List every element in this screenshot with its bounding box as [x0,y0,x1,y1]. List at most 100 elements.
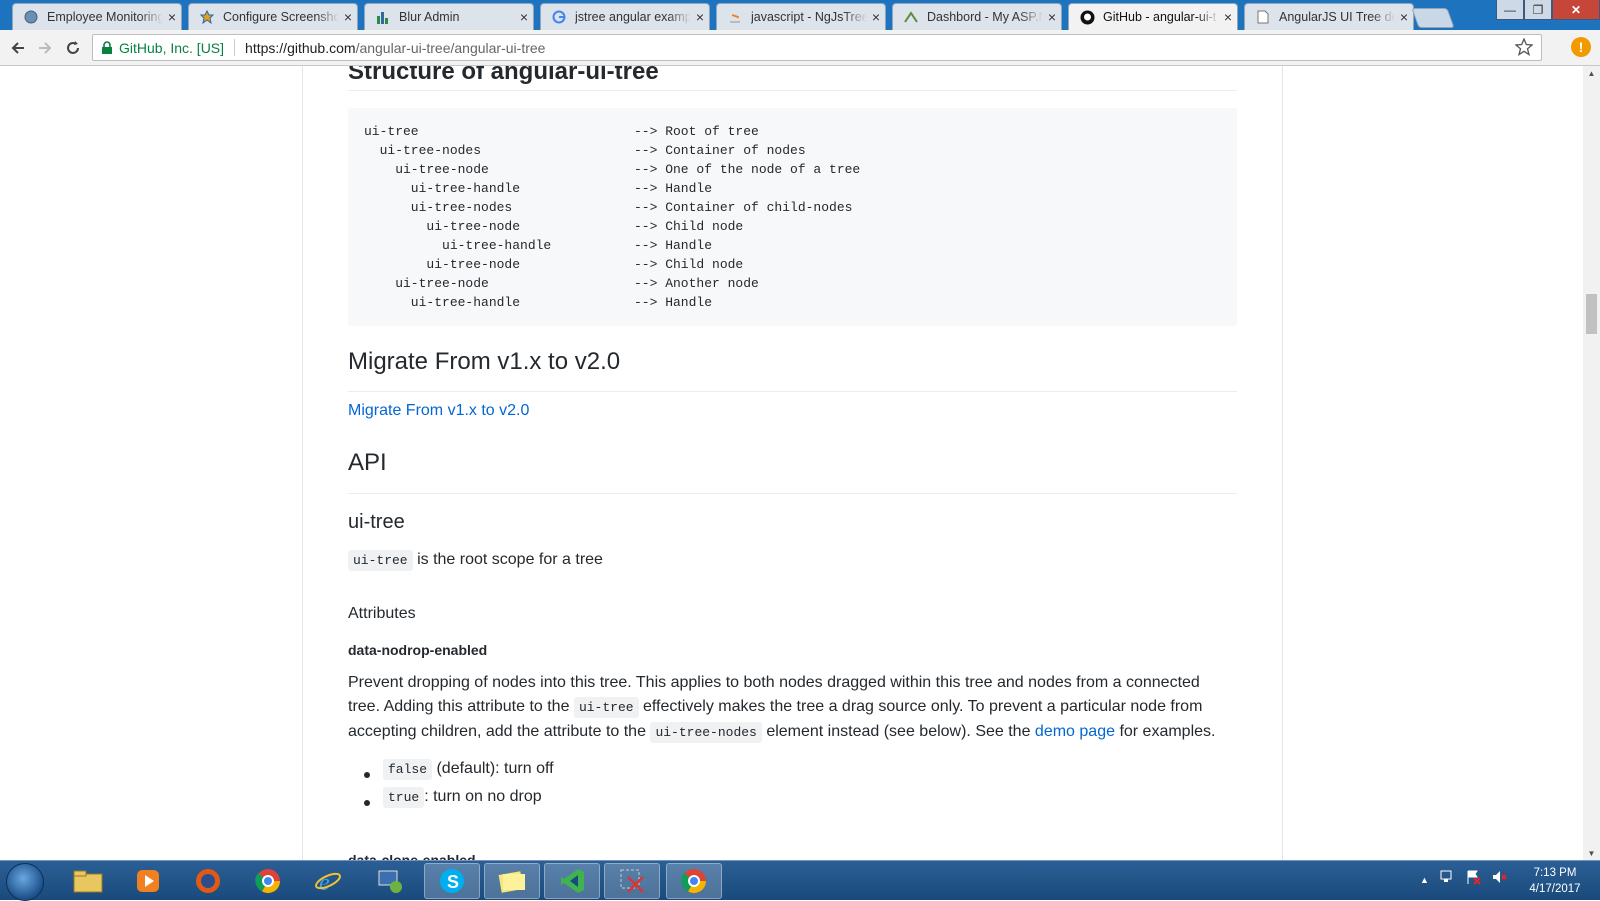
sticky-notes-icon[interactable] [484,863,540,899]
close-icon[interactable]: × [867,9,885,25]
code-line: ui-tree-nodes [364,143,482,158]
tab-angularjs-ui-tree[interactable]: AngularJS UI Tree de × [1244,3,1414,30]
chrome-icon[interactable] [666,863,722,899]
github-icon [1079,9,1095,25]
visual-studio-icon[interactable] [544,863,600,899]
code-comment: --> One of the node of a tree [634,162,861,177]
clock-time: 7:13 PM [1533,867,1577,879]
system-clock[interactable]: 7:13 PM 4/17/2017 [1520,865,1590,897]
reload-icon [67,41,79,54]
close-window-button[interactable]: ✕ [1552,0,1600,20]
section-heading-structure: Structure of angular-ui-tree [348,66,659,85]
start-button[interactable] [6,863,44,901]
list-item-text: : turn on no drop [424,788,542,805]
scroll-down-arrow-icon[interactable]: ▼ [1583,846,1600,860]
globe-icon [23,9,39,25]
code-comment: --> Container of child-nodes [634,200,853,215]
close-icon[interactable]: × [1395,9,1413,25]
tab-dashbord[interactable]: Dashbord - My ASP.N × [892,3,1062,30]
stackoverflow-icon [727,9,743,25]
tab-stackoverflow[interactable]: javascript - NgJsTree × [716,3,886,30]
tab-blur-admin[interactable]: Blur Admin × [364,3,534,30]
volume-muted-icon[interactable] [1491,869,1507,890]
code-comment: --> Container of nodes [634,143,806,158]
ui-tree-description: ui-tree is the root scope for a tree [348,550,603,571]
arrow-right-icon [39,42,52,54]
code-comment: --> Handle [634,238,713,253]
forward-button[interactable] [35,38,55,58]
code-comment: --> Child node [634,219,744,234]
bar-chart-icon [375,9,391,25]
section-heading-migrate: Migrate From v1.x to v2.0 [348,348,621,375]
migrate-link[interactable]: Migrate From v1.x to v2.0 [348,402,529,420]
page-scrollbar[interactable]: ▲ ▼ [1583,66,1600,860]
inline-code: ui-tree [348,550,413,571]
close-icon[interactable]: × [691,9,709,25]
tab-strip: Employee Monitoring × Configure Screensh… [0,0,1600,30]
scroll-up-arrow-icon[interactable]: ▲ [1583,66,1600,80]
description-text: is the root scope for a tree [417,551,603,568]
scrollbar-thumb[interactable] [1586,294,1597,334]
windows-taskbar: e S ▲ 7:13 PM 4/17/2017 [0,860,1600,901]
media-player-icon[interactable] [120,863,176,899]
code-comment: --> Root of tree [634,124,759,139]
tab-title: Dashbord - My ASP.N [927,10,1043,24]
url-path: /angular-ui-tree/angular-ui-tree [355,39,546,56]
tab-employee-monitoring[interactable]: Employee Monitoring × [12,3,182,30]
firefox-icon[interactable] [180,863,236,899]
back-button[interactable] [8,38,28,58]
code-line: ui-tree-nodes [364,200,513,215]
network-icon[interactable] [1439,869,1455,890]
tab-title: Employee Monitoring [47,10,163,24]
section-heading-api: API [348,449,387,476]
code-line: ui-tree-handle [364,181,521,196]
tab-github-angular-ui-tree[interactable]: GitHub - angular-ui-t × [1068,3,1238,30]
code-comment: --> Child node [634,257,744,272]
heading-rule [348,493,1237,494]
bookmark-star-icon[interactable] [1514,37,1534,59]
page-viewport: Structure of angular-ui-tree ui-tree -->… [0,66,1583,860]
snipping-tool-icon[interactable] [604,863,660,899]
close-icon[interactable]: × [1219,9,1237,25]
code-line: ui-tree-handle [364,238,552,253]
tab-title: Configure Screenshot [223,10,339,24]
close-icon[interactable]: × [1043,9,1061,25]
extension-alert-icon[interactable]: ! [1571,37,1591,57]
clock-date: 4/17/2017 [1529,883,1581,895]
list-item: true: turn on no drop [383,787,542,808]
inline-code: true [383,787,425,808]
close-icon[interactable]: × [515,9,533,25]
code-comment: --> Handle [634,181,713,196]
demo-page-link[interactable]: demo page [1035,723,1115,740]
attribute-name-heading: data-nodrop-enabled [348,642,488,658]
attribute-name-heading: data-clone-enabled [348,852,476,860]
close-icon[interactable]: × [339,9,357,25]
file-explorer-icon[interactable] [60,863,116,899]
tab-configure-screenshot[interactable]: Configure Screenshot × [188,3,358,30]
chrome-icon[interactable] [240,863,296,899]
list-item-text: (default): turn off [436,760,554,777]
heading-rule [348,391,1237,392]
browser-toolbar: GitHub, Inc. [US] https://github.com/ang… [0,30,1600,66]
address-bar[interactable]: GitHub, Inc. [US] https://github.com/ang… [92,34,1542,61]
security-indicator[interactable]: GitHub, Inc. [US] [101,40,224,56]
new-tab-button[interactable] [1411,8,1455,28]
tab-title: Blur Admin [399,10,460,24]
reload-button[interactable] [63,38,83,58]
maximize-button[interactable]: ❐ [1524,0,1552,20]
minimize-button[interactable]: — [1496,0,1524,20]
network-manager-icon[interactable] [362,863,418,899]
code-line: ui-tree-node [364,162,489,177]
action-center-flag-icon[interactable] [1465,869,1481,890]
inline-code: false [383,759,433,780]
close-icon[interactable]: × [163,9,181,25]
bullet-icon [364,772,370,778]
list-item: false (default): turn off [383,759,554,780]
internet-explorer-icon[interactable]: e [300,863,356,899]
show-hidden-icons-icon[interactable]: ▲ [1420,875,1429,885]
skype-icon[interactable]: S [424,863,480,899]
code-comment: --> Handle [634,295,713,310]
tab-jstree-search[interactable]: jstree angular examp × [540,3,710,30]
gear-star-icon [199,9,215,25]
url-host: https://github.com [245,39,356,56]
